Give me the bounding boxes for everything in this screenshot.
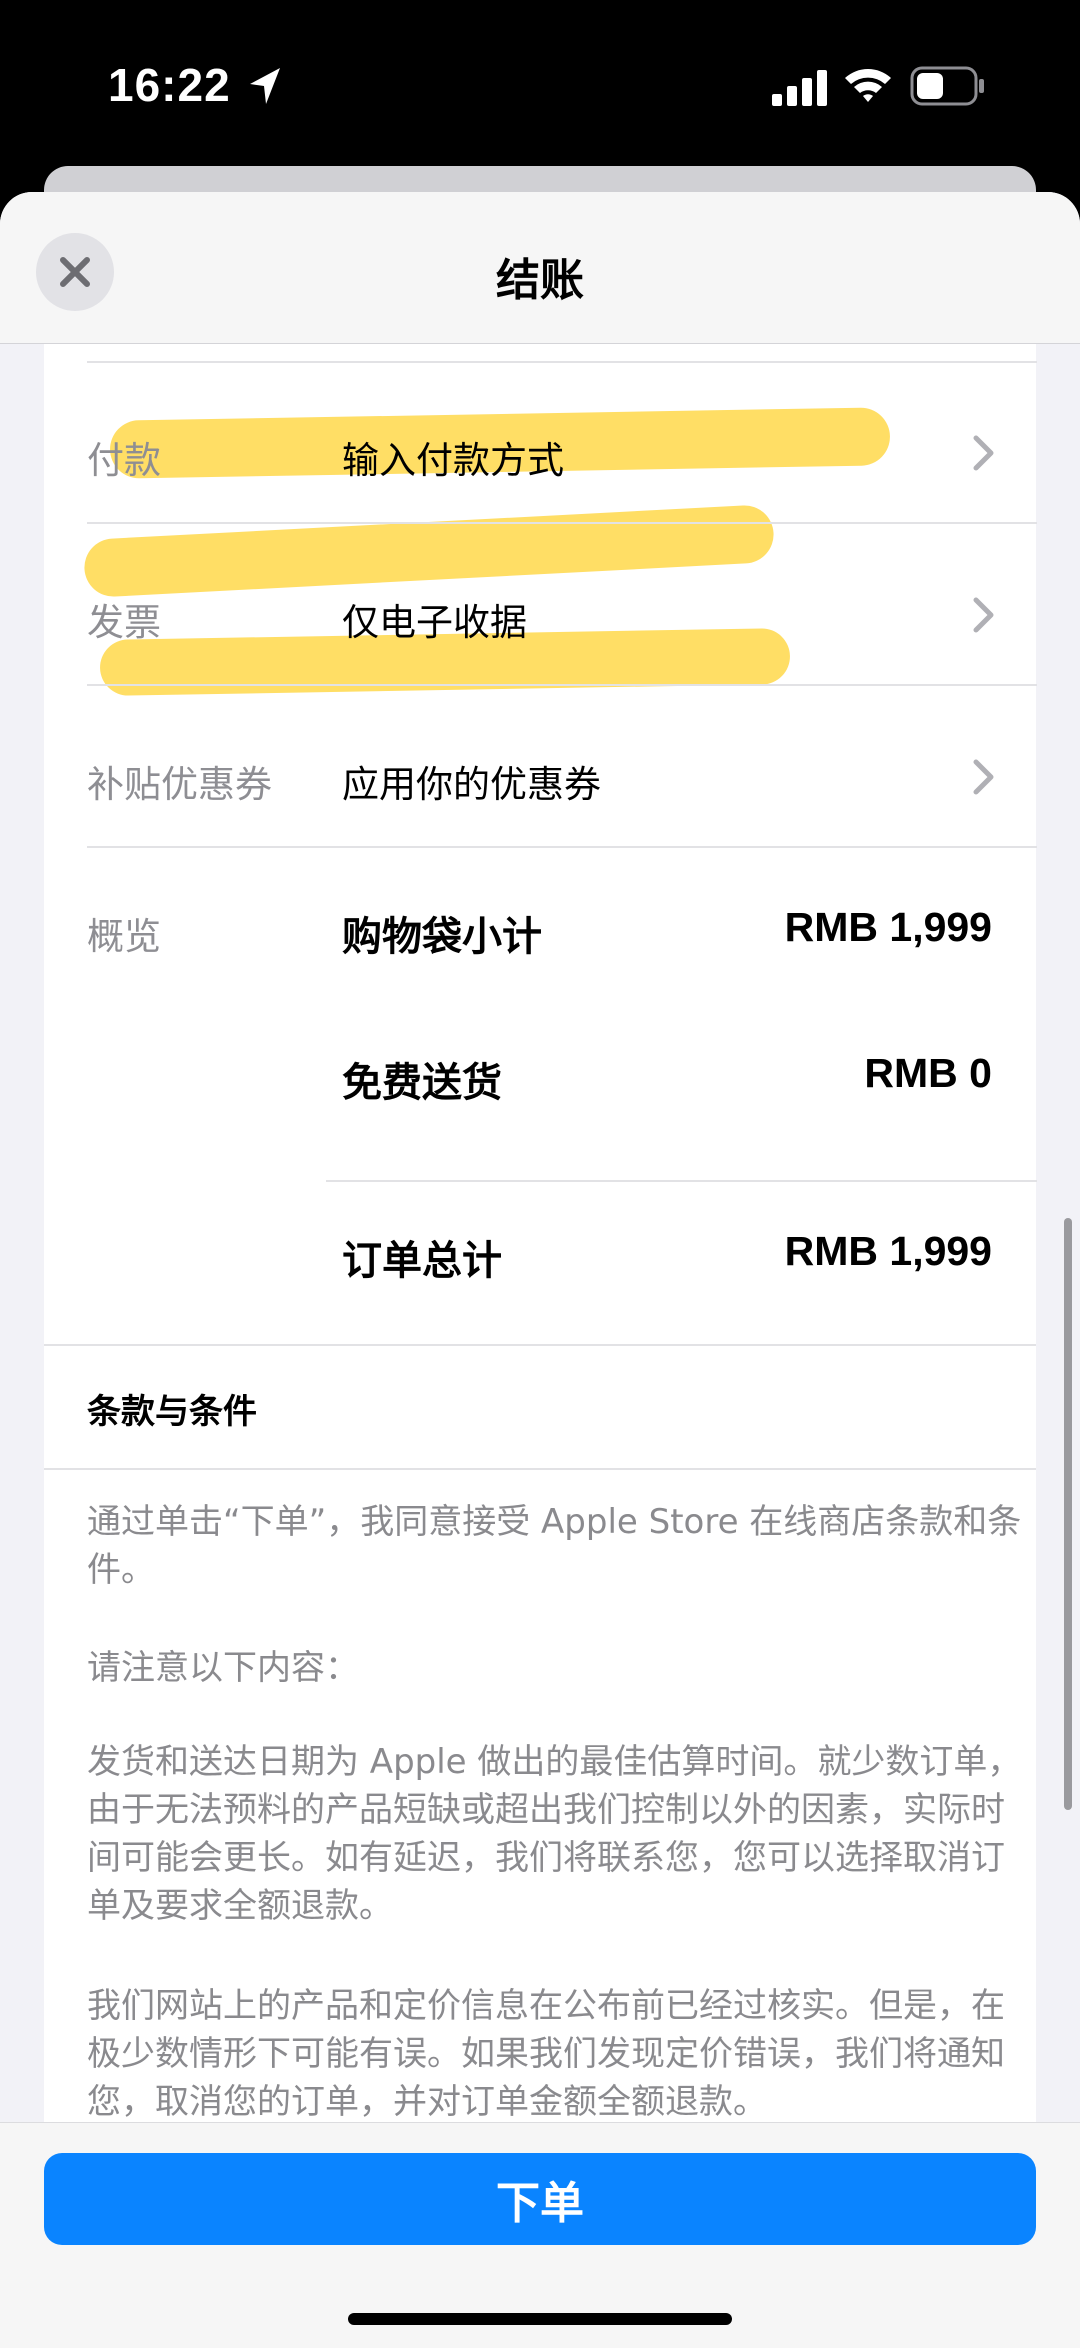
terms-paragraph: 请注意以下内容： <box>87 1648 359 1688</box>
chevron-right-icon <box>973 435 994 471</box>
divider <box>326 1180 1037 1182</box>
place-order-button[interactable]: 下单 <box>44 2153 1036 2245</box>
divider <box>87 846 1037 848</box>
summary-line-amount: RMB 0 <box>864 1050 992 1096</box>
scroll-indicator[interactable] <box>1064 1218 1072 1810</box>
divider <box>44 1344 1036 1346</box>
divider <box>44 1468 1036 1470</box>
divider <box>87 361 1037 363</box>
summary-label: 概览 <box>87 915 161 958</box>
order-total-label: 订单总计 <box>342 1238 502 1284</box>
row-label: 发票 <box>87 601 161 644</box>
row-label: 付款 <box>87 439 161 482</box>
location-arrow-icon <box>250 68 280 104</box>
terms-paragraph: 我们网站上的产品和定价信息在公布前已经过核实。但是，在极少数情形下可能有误。如果… <box>87 1986 1005 2122</box>
summary-line-amount: RMB 1,999 <box>784 904 992 950</box>
chevron-right-icon <box>973 759 994 795</box>
divider <box>87 684 1037 686</box>
terms-paragraph: 发货和送达日期为 Apple 做出的最佳估算时间。就少数订单，由于无法预料的产品… <box>87 1742 1022 1926</box>
highlighter-mark <box>82 503 776 599</box>
page-title: 结账 <box>496 255 584 306</box>
checkout-sheet: 结账 付款 输入付款方式 发票 仅电子收据 补贴优惠券 应用你的优惠券 概览 购… <box>0 192 1080 2348</box>
terms-heading: 条款与条件 <box>87 1392 257 1432</box>
wifi-icon <box>845 69 891 102</box>
chevron-right-icon <box>973 597 994 633</box>
summary-line-name: 购物袋小计 <box>342 914 542 960</box>
summary-line-name: 免费送货 <box>342 1060 502 1106</box>
row-value: 输入付款方式 <box>342 439 564 482</box>
cellular-signal-icon <box>772 70 827 106</box>
nav-header: 结账 <box>0 192 1080 344</box>
row-value: 仅电子收据 <box>342 601 527 644</box>
home-indicator[interactable] <box>348 2313 732 2325</box>
status-bar: 16:22 <box>0 0 1080 170</box>
row-value: 应用你的优惠券 <box>342 763 601 806</box>
row-label: 补贴优惠券 <box>87 763 272 806</box>
status-time: 16:22 <box>108 59 231 111</box>
order-total-amount: RMB 1,999 <box>784 1228 992 1274</box>
checkout-card: 付款 输入付款方式 发票 仅电子收据 补贴优惠券 应用你的优惠券 概览 购物袋小… <box>44 344 1037 2274</box>
bottom-bar: 下单 <box>0 2122 1080 2348</box>
terms-paragraph: 通过单击“下单”，我同意接受 Apple Store 在线商店条款和条件。 <box>87 1502 1022 1590</box>
battery-icon <box>910 66 984 106</box>
divider <box>87 522 1037 524</box>
